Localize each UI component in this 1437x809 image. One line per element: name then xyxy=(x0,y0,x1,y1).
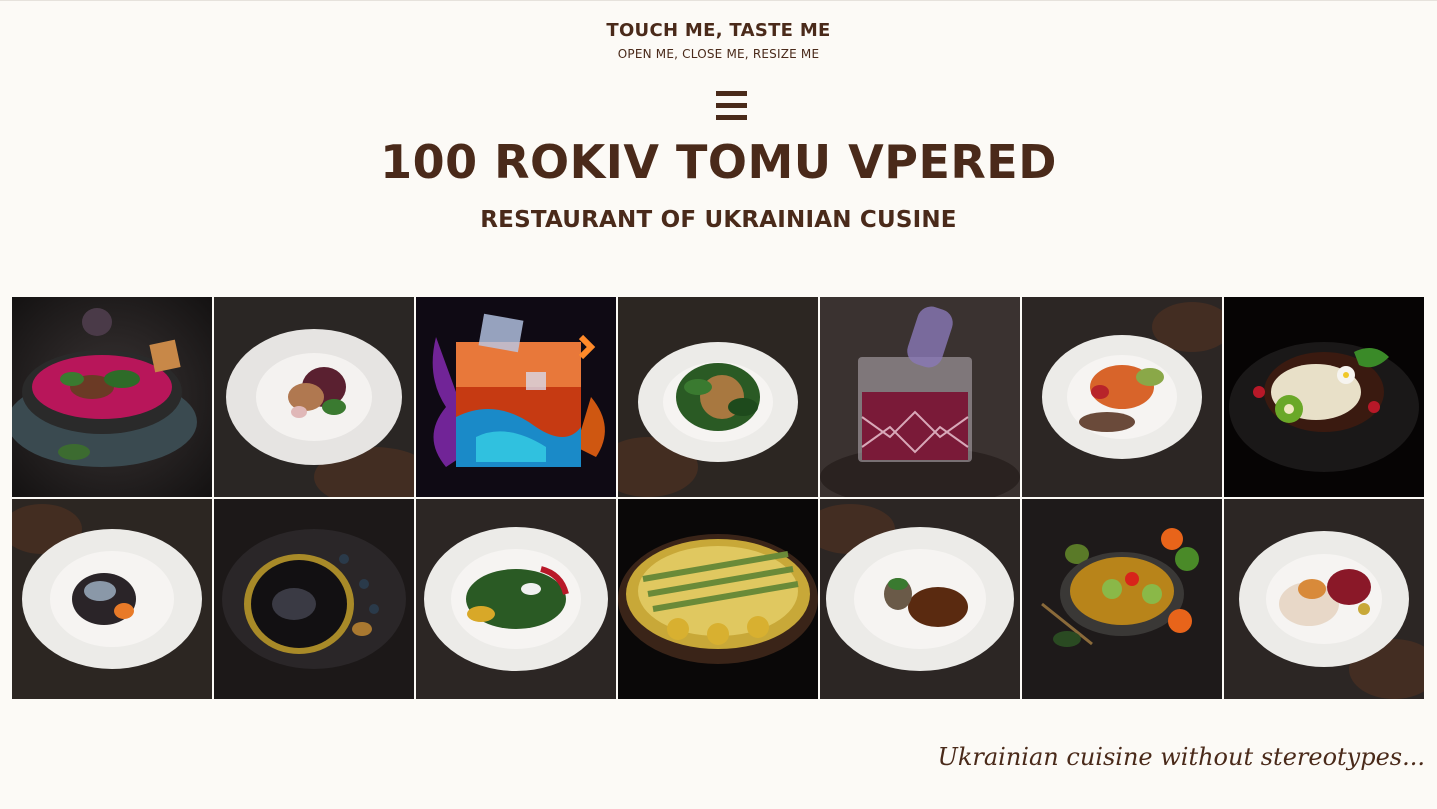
page-title: 100 ROKIV TOMU VPERED xyxy=(380,135,1057,189)
crystal-glass-drink-photo[interactable] xyxy=(820,297,1020,497)
tagline: TOUCH ME, TASTE ME xyxy=(606,20,831,41)
plated-salad-photo[interactable] xyxy=(214,297,414,497)
dark-rice-plate-photo[interactable] xyxy=(12,499,212,699)
dessert-kiwi-photo[interactable] xyxy=(1224,297,1424,497)
sub-tagline: OPEN ME, CLOSE ME, RESIZE ME xyxy=(617,47,820,61)
berries-plate-photo[interactable] xyxy=(1224,499,1424,699)
dish-gallery xyxy=(12,297,1424,699)
plate-with-sauce-photo[interactable] xyxy=(820,499,1020,699)
borscht-bowl-photo[interactable] xyxy=(12,297,212,497)
hamburger-icon[interactable] xyxy=(716,90,747,121)
fiery-cocktail-photo[interactable] xyxy=(416,297,616,497)
avocado-salad-photo[interactable] xyxy=(1022,499,1222,699)
vegetable-plate-photo[interactable] xyxy=(1022,297,1222,497)
page-subtitle: RESTAURANT OF UKRAINIAN CUSINE xyxy=(480,207,957,233)
corn-salad-plate-photo[interactable] xyxy=(416,499,616,699)
baked-asparagus-dish-photo[interactable] xyxy=(618,499,818,699)
black-plate-seafood-photo[interactable] xyxy=(214,499,414,699)
greens-plate-photo[interactable] xyxy=(618,297,818,497)
slogan: Ukrainian cuisine without stereotypes... xyxy=(937,743,1425,771)
